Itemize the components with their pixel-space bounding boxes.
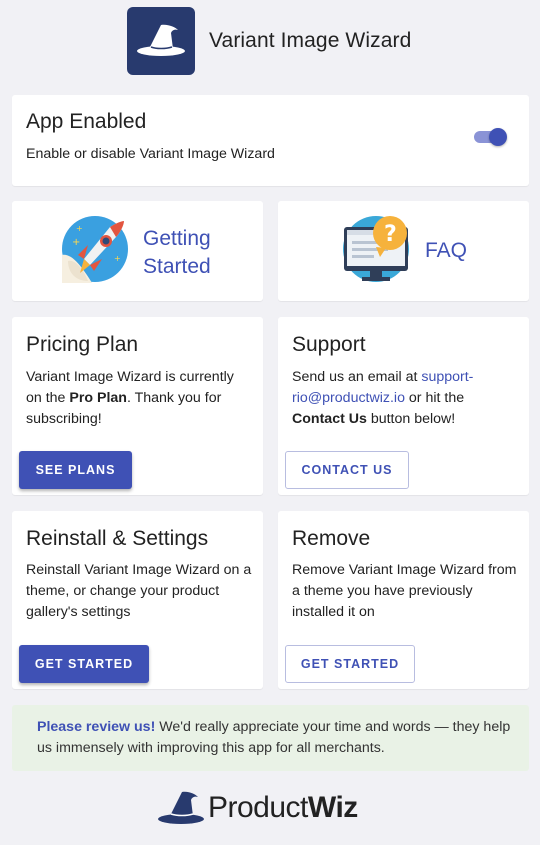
reinstall-get-started-button[interactable]: GET STARTED (19, 645, 149, 683)
svg-text:+: + (76, 224, 83, 233)
remove-get-started-button[interactable]: GET STARTED (285, 645, 415, 683)
wizard-hat-icon (158, 791, 204, 824)
app-enabled-toggle[interactable] (472, 128, 508, 148)
getting-started-label-line1: Getting (143, 227, 211, 250)
support-text-middle: or hit the (404, 390, 465, 406)
support-text-before: Send us an email at (292, 369, 422, 385)
productwiz-wordmark: ProductWiz (208, 791, 358, 825)
toggle-thumb (489, 128, 507, 146)
pricing-plan-text: Variant Image Wizard is currently on the… (26, 367, 252, 430)
pricing-plan-name: Pro Plan (69, 390, 127, 406)
reinstall-title: Reinstall & Settings (26, 527, 209, 550)
faq-monitor-icon: ? (342, 215, 412, 283)
app-header: Variant Image Wizard (127, 7, 411, 75)
remove-text: Remove Variant Image Wizard from a theme… (292, 562, 517, 620)
wizard-hat-icon (127, 7, 195, 75)
support-text-after: button below! (366, 411, 456, 427)
support-title: Support (292, 333, 366, 356)
getting-started-label-line2: Started (143, 255, 211, 278)
pricing-plan-title: Pricing Plan (26, 333, 139, 356)
remove-title: Remove (292, 527, 371, 550)
support-text: Send us an email at support-rio@productw… (292, 367, 518, 430)
app-enabled-title: App Enabled (26, 110, 147, 133)
reinstall-text: Reinstall Variant Image Wizard on a them… (26, 562, 252, 620)
app-enabled-card: App Enabled Enable or disable Variant Im… (12, 95, 529, 186)
app-title: Variant Image Wizard (209, 29, 412, 52)
review-banner: Please review us! We'd really appreciate… (12, 705, 529, 771)
see-plans-button[interactable]: SEE PLANS (19, 451, 132, 489)
productwiz-logo: ProductWiz (157, 790, 358, 826)
svg-text:+: + (114, 254, 121, 263)
rocket-icon: + + + (62, 215, 128, 283)
faq-label[interactable]: FAQ (425, 239, 467, 263)
brand-part2: Wiz (307, 791, 358, 824)
getting-started-card[interactable]: + + + Getting Started (12, 201, 263, 301)
contact-us-button[interactable]: CONTACT US (285, 451, 409, 489)
svg-text:+: + (72, 237, 80, 248)
review-link[interactable]: Please review us! (37, 719, 155, 735)
brand-part1: Product (208, 791, 308, 824)
app-enabled-description: Enable or disable Variant Image Wizard (26, 146, 275, 162)
getting-started-label[interactable]: Getting Started (143, 225, 211, 281)
faq-card[interactable]: ? FAQ (278, 201, 529, 301)
support-contact-bold: Contact Us (292, 411, 367, 427)
svg-text:?: ? (384, 222, 397, 247)
